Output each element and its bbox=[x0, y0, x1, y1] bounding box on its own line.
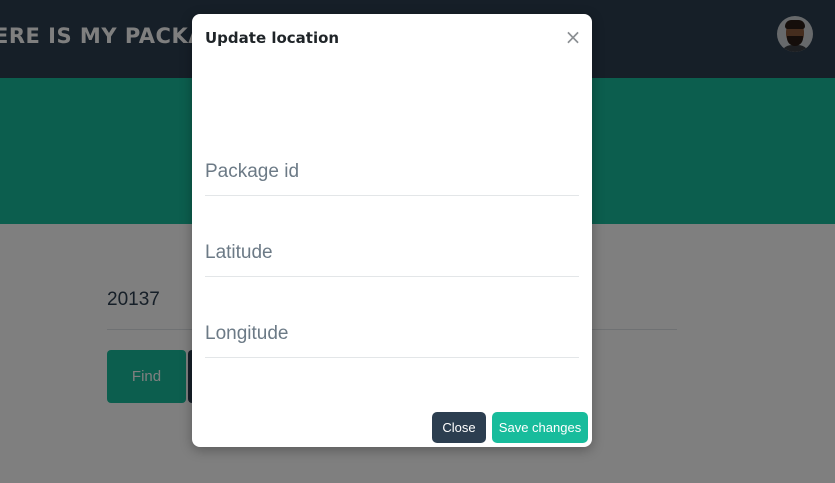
save-changes-button[interactable]: Save changes bbox=[492, 412, 588, 443]
close-button[interactable]: Close bbox=[432, 412, 486, 443]
latitude-field[interactable] bbox=[205, 229, 579, 277]
update-location-modal: Update location × Close Save changes bbox=[192, 14, 592, 447]
longitude-field[interactable] bbox=[205, 310, 579, 358]
modal-title: Update location bbox=[205, 29, 340, 47]
package-id-field[interactable] bbox=[205, 148, 579, 196]
close-icon[interactable]: × bbox=[562, 26, 584, 48]
